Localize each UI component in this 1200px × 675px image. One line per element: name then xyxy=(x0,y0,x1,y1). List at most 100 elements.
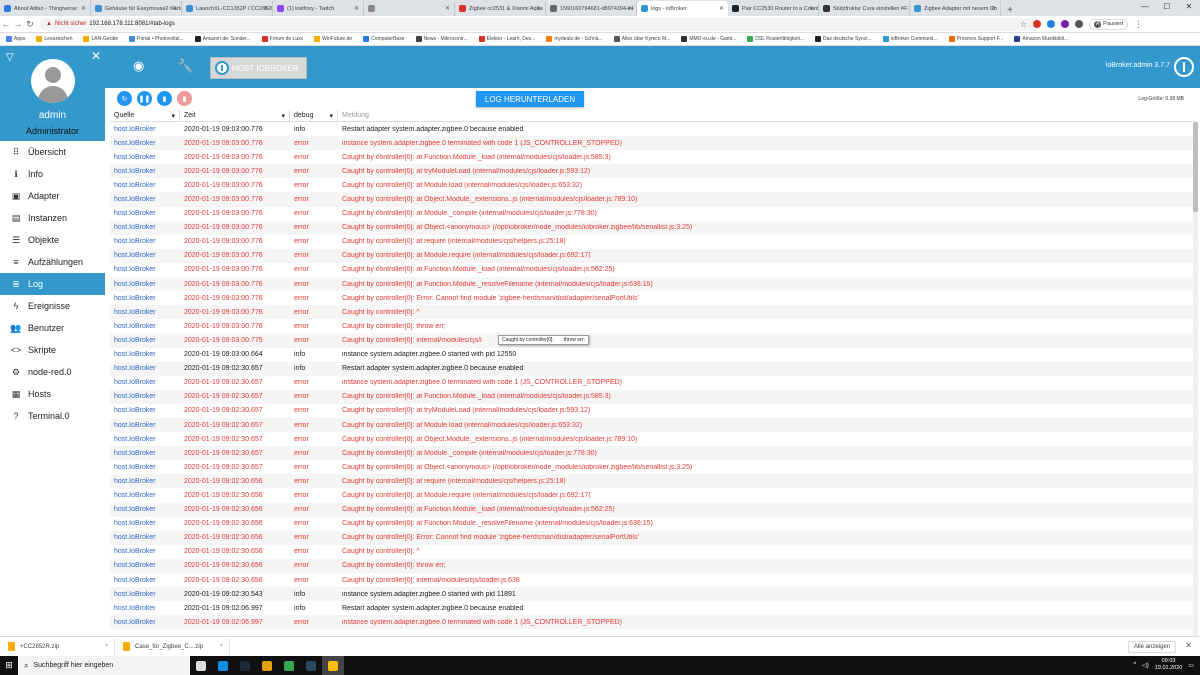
new-tab-button[interactable]: + xyxy=(1004,5,1016,16)
close-icon[interactable]: ✕ xyxy=(91,49,101,63)
sidebar-item-adapter[interactable]: ▣ Adapter xyxy=(0,185,105,207)
column-time[interactable]: Zeit ▾ xyxy=(180,110,290,121)
host-button[interactable]: HOST IOBROKER xyxy=(210,57,307,79)
extension-icon-3[interactable] xyxy=(1061,20,1070,28)
tab-close-icon[interactable]: ✕ xyxy=(900,5,905,12)
tab-close-icon[interactable]: ✕ xyxy=(719,5,724,12)
forward-icon[interactable]: → xyxy=(12,19,24,29)
sidebar-item-ereignisse[interactable]: ϟ Ereignisse xyxy=(0,295,105,317)
tab-close-icon[interactable]: ✕ xyxy=(81,5,86,12)
bookmark-item[interactable]: MMO-eu.de - Gami... xyxy=(681,36,736,42)
column-source[interactable]: Quelle ▾ xyxy=(110,110,180,121)
download-item[interactable]: +CC2652R.zip ^ xyxy=(0,638,115,655)
bookmark-item[interactable]: mydealz.de - Schnä... xyxy=(546,36,603,42)
windows-start-icon[interactable]: ⊞ xyxy=(0,656,18,675)
browser-tab[interactable]: ✕ xyxy=(364,1,455,16)
browser-tab[interactable]: Zigbee Adapter mit neuem Co ✕ xyxy=(910,1,1001,16)
sidebar-item-info[interactable]: ℹ Info xyxy=(0,163,105,185)
window-close-icon[interactable]: ✕ xyxy=(1178,0,1200,14)
column-message[interactable]: Meldung xyxy=(338,110,1195,121)
tab-close-icon[interactable]: ✕ xyxy=(172,5,177,12)
tab-close-icon[interactable]: ✕ xyxy=(263,5,268,12)
chrome-icon[interactable] xyxy=(278,656,300,675)
download-menu-icon[interactable]: ^ xyxy=(105,644,108,650)
notifications-icon[interactable]: ▭ xyxy=(1188,662,1194,669)
sidebar-item-hosts[interactable]: ▦ Hosts xyxy=(0,383,105,405)
show-all-downloads-button[interactable]: Alle anzeigen xyxy=(1127,641,1176,653)
taskbar-search-input[interactable]: ⌕ Suchbegriff hier eingeben xyxy=(18,656,190,675)
extension-icon-2[interactable] xyxy=(1047,20,1056,28)
volume-icon[interactable]: ◁) xyxy=(1142,662,1149,669)
tab-close-icon[interactable]: ✕ xyxy=(991,5,996,12)
tab-close-icon[interactable]: ✕ xyxy=(354,5,359,12)
bookmark-item[interactable]: DSL Routerfähigkeit... xyxy=(747,36,804,42)
sidebar-item-terminal-0[interactable]: ? Terminal.0 xyxy=(0,405,105,427)
extension-icon-1[interactable] xyxy=(1033,20,1042,28)
scrollbar-thumb[interactable] xyxy=(1193,122,1198,212)
tray-chevron-icon[interactable]: ^ xyxy=(1133,662,1136,668)
bookmark-item[interactable]: ioBroker Communit... xyxy=(882,36,938,42)
browser-tab[interactable]: About Atifan - Thingiverse ✕ xyxy=(0,1,91,16)
eye-icon[interactable]: ◉ xyxy=(133,58,144,74)
sidebar-item-node-red-0[interactable]: ⚙ node-red.0 xyxy=(0,361,105,383)
reload-icon[interactable]: ↻ xyxy=(24,19,36,30)
pause-button[interactable]: ❚❚ xyxy=(137,91,152,106)
wrench-icon[interactable]: 🔧 xyxy=(177,58,193,74)
browser-tab[interactable]: 1560160794681-d8974394-c4 ✕ xyxy=(546,1,637,16)
download-menu-icon[interactable]: ^ xyxy=(220,644,223,650)
tab-close-icon[interactable]: ✕ xyxy=(445,5,450,12)
clear-button[interactable]: ▮ xyxy=(157,91,172,106)
sidebar-item-aufzählungen[interactable]: ≡ Aufzählungen xyxy=(0,251,105,273)
bookmark-item[interactable]: WinFuture.de xyxy=(314,36,352,42)
column-level[interactable]: debug ▾ xyxy=(290,110,338,121)
profile-button[interactable]: A Pausiert xyxy=(1089,18,1129,30)
menu-dots-icon[interactable]: ⋮ xyxy=(1132,19,1144,30)
browser-tab[interactable]: LaunchXL-CC1352P / CC2652R ✕ xyxy=(182,1,273,16)
task-view-icon[interactable] xyxy=(190,656,212,675)
browser-tab[interactable]: Gehäuse für Easymouse2 Karte ✕ xyxy=(91,1,182,16)
steam2-icon[interactable] xyxy=(300,656,322,675)
browser-tab[interactable]: Pair CC2530 Router to a Coord ✕ xyxy=(728,1,819,16)
clock[interactable]: 09:03 19.01.2020 xyxy=(1155,658,1183,672)
delete-button[interactable]: ▮ xyxy=(177,91,192,106)
bookmark-star-icon[interactable]: ☆ xyxy=(1020,20,1027,29)
sidebar-item-übersicht[interactable]: ⠿ Übersicht xyxy=(0,141,105,163)
teamviewer-icon[interactable] xyxy=(212,656,234,675)
bookmark-item[interactable]: Das deutsche Synol... xyxy=(815,36,872,42)
bookmark-item[interactable]: Alles über Kymco M... xyxy=(613,36,670,42)
bookmark-item[interactable]: Lesezeichen xyxy=(36,36,72,42)
browser-tab[interactable]: (1) lostfoxy - Twitch ✕ xyxy=(273,1,364,16)
chrome-active-icon[interactable] xyxy=(322,656,344,675)
bookmark-item[interactable]: Elektor - Learn, Des... xyxy=(478,36,535,42)
bookmark-item[interactable]: News - Mikrocontr... xyxy=(415,36,468,42)
extension-icon-4[interactable] xyxy=(1075,20,1084,28)
bookmark-item[interactable]: Portal • Photovoltai... xyxy=(129,36,184,42)
sidebar-item-skripte[interactable]: <> Skripte xyxy=(0,339,105,361)
close-downloads-icon[interactable]: ✕ xyxy=(1185,641,1192,650)
log-scrollbar[interactable] xyxy=(1193,122,1198,636)
steam-icon[interactable] xyxy=(234,656,256,675)
sidebar-item-benutzer[interactable]: 👥 Benutzer xyxy=(0,317,105,339)
refresh-button[interactable]: ↻ xyxy=(117,91,132,106)
browser-tab[interactable]: Zigbee cc2531 & Xiaomi Aqua ✕ xyxy=(455,1,546,16)
maximize-icon[interactable]: ☐ xyxy=(1156,0,1178,14)
sidebar-item-instanzen[interactable]: ▤ Instanzen xyxy=(0,207,105,229)
bookmark-item[interactable]: Amazon Musikbibli... xyxy=(1014,36,1068,42)
sidebar-item-objekte[interactable]: ☰ Objekte xyxy=(0,229,105,251)
minimize-icon[interactable]: — xyxy=(1134,0,1156,14)
download-item[interactable]: Case_for_Zigbee_C....zip ^ xyxy=(115,638,230,655)
bookmark-item[interactable]: Proxmox Support F... xyxy=(948,36,1003,42)
sidebar-item-log[interactable]: ≣ Log xyxy=(0,273,105,295)
download-log-button[interactable]: LOG HERUNTERLADEN xyxy=(476,91,584,107)
browser-tab[interactable]: logs - ioBroker ✕ xyxy=(637,1,728,16)
tab-close-icon[interactable]: ✕ xyxy=(809,5,814,12)
plex-icon[interactable] xyxy=(256,656,278,675)
tab-close-icon[interactable]: ✕ xyxy=(627,5,632,12)
bookmark-item[interactable]: LAN-Geräte xyxy=(83,36,118,42)
bookmark-item[interactable]: ComputerBase xyxy=(363,36,405,42)
collapse-arrow-icon[interactable]: ▽ xyxy=(6,52,14,63)
browser-tab[interactable]: Stützfruktur Cura einstellen - F ✕ xyxy=(819,1,910,16)
back-icon[interactable]: ← xyxy=(0,19,12,29)
bookmark-item[interactable]: Apps xyxy=(6,36,25,42)
bookmark-item[interactable]: Forum de Luxx xyxy=(261,36,303,42)
